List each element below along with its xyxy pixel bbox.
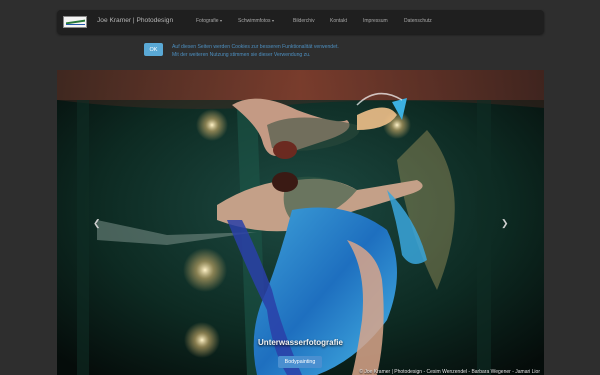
brand-name[interactable]: Joe Kramer | Photodesign [97, 17, 173, 24]
nav-item-fotografie[interactable]: Fotografie [196, 18, 222, 24]
nav-item-impressum[interactable]: Impressum [363, 18, 388, 24]
nav-item-label: Datenschutz [404, 18, 432, 24]
photo-credit: © Joe Kramer | Photodesign - Cesim Wenze… [359, 369, 540, 375]
nav-item-label: Bilderchiv [293, 18, 315, 24]
bodypainting-button[interactable]: Bodypainting [278, 356, 322, 368]
chevron-left-icon[interactable]: ❮ [93, 218, 101, 229]
navbar: Joe Kramer | Photodesign Fotografie Schw… [57, 10, 544, 34]
nav-item-schwimmfotos[interactable]: Schwimmfotos [238, 18, 274, 24]
cookie-notice: Auf diesen Seiten werden Cookies zur bes… [172, 43, 339, 59]
logo-stripe [66, 24, 85, 25]
nav-item-kontakt[interactable]: Kontakt [330, 18, 347, 24]
nav-item-label: Fotografie [196, 18, 219, 24]
nav-item-label: Kontakt [330, 18, 347, 24]
cookie-ok-button[interactable]: OK [144, 43, 163, 56]
brand-logo[interactable] [63, 16, 87, 28]
nav-item-label: Impressum [363, 18, 388, 24]
nav-item-bilderchiv[interactable]: Bilderchiv [293, 18, 315, 24]
caret-down-icon [271, 19, 274, 22]
nav-item-label: Schwimmfotos [238, 18, 271, 24]
cookie-notice-line: Auf diesen Seiten werden Cookies zur bes… [172, 44, 339, 50]
image-slider[interactable]: ❮ ❯ Unterwasserfotografie Bodypainting ©… [57, 70, 544, 375]
nav-item-datenschutz[interactable]: Datenschutz [404, 18, 432, 24]
slide-caption-title: Unterwasserfotografie [258, 338, 343, 347]
caret-down-icon [219, 19, 222, 22]
slide-image [57, 70, 544, 375]
chevron-right-icon[interactable]: ❯ [501, 218, 509, 229]
cookie-notice-line: Mit der weiteren Nutzung stimmen sie die… [172, 52, 311, 58]
